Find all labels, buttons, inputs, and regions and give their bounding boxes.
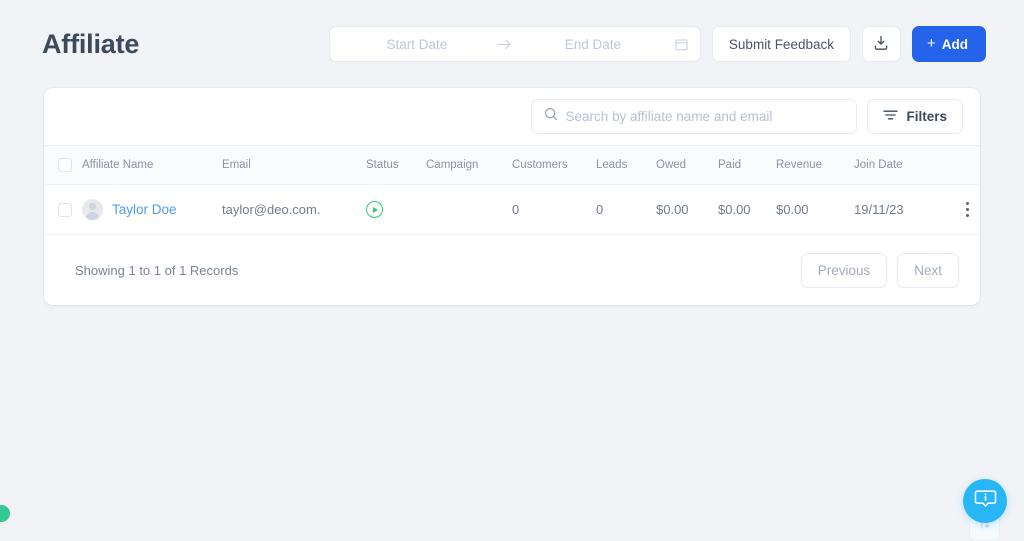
table-toolbar: Filters (44, 88, 980, 145)
status-indicator-dot[interactable] (0, 505, 10, 522)
calendar-icon (668, 38, 688, 51)
row-checkbox[interactable] (58, 203, 72, 218)
column-header-paid[interactable]: Paid (718, 145, 776, 185)
cell-paid: $0.00 (718, 184, 776, 235)
plus-icon: + (926, 35, 936, 52)
table-footer: Showing 1 to 1 of 1 Records Previous Nex… (44, 235, 980, 305)
column-header-join-date[interactable]: Join Date (854, 145, 944, 185)
add-button-label: Add (941, 36, 968, 52)
cell-status (366, 184, 426, 235)
column-header-leads[interactable]: Leads (596, 145, 656, 185)
search-input[interactable] (565, 109, 845, 124)
records-summary: Showing 1 to 1 of 1 Records (75, 262, 239, 278)
row-menu-icon[interactable] (944, 202, 980, 217)
start-date-field[interactable]: Start Date (342, 37, 492, 52)
column-header-owed[interactable]: Owed (656, 145, 718, 185)
end-date-field[interactable]: End Date (518, 37, 668, 52)
affiliate-table-card: Filters Affiliate Name Email Status Camp… (44, 88, 980, 305)
chat-support-button[interactable] (963, 479, 1007, 523)
table-header-row: Affiliate Name Email Status Campaign Cus… (44, 145, 980, 185)
page-header: Affiliate Start Date End Date Submit Fee… (0, 0, 1024, 88)
info-chat-bubble-icon (973, 486, 998, 516)
filters-label: Filters (906, 109, 947, 124)
affiliate-name-link[interactable]: Taylor Doe (112, 202, 177, 217)
pagination: Previous Next (800, 252, 959, 288)
page-title: Affiliate (42, 28, 140, 59)
submit-feedback-button[interactable]: Submit Feedback (711, 26, 851, 62)
cell-revenue: $0.00 (776, 184, 854, 235)
search-icon (544, 107, 558, 126)
table-row: Taylor Doe taylor@deo.com. 0 0 $0.00 $0.… (44, 184, 980, 235)
previous-page-button[interactable]: Previous (800, 252, 888, 288)
arrow-right-icon (492, 39, 518, 50)
filters-button[interactable]: Filters (867, 99, 963, 134)
cell-customers: 0 (512, 184, 596, 235)
search-box[interactable] (531, 99, 858, 134)
avatar (82, 199, 103, 220)
column-header-status[interactable]: Status (366, 145, 426, 185)
column-header-actions (944, 145, 980, 185)
next-page-button[interactable]: Next (897, 252, 959, 288)
cell-join-date: 19/11/23 (854, 184, 944, 235)
column-header-affiliate-name[interactable]: Affiliate Name (82, 145, 222, 185)
affiliate-table: Affiliate Name Email Status Campaign Cus… (44, 145, 980, 235)
cell-email: taylor@deo.com. (222, 184, 366, 235)
select-all-checkbox[interactable] (58, 158, 72, 172)
column-header-customers[interactable]: Customers (512, 145, 596, 185)
cell-actions (944, 184, 980, 235)
cell-leads: 0 (596, 184, 656, 235)
cell-owed: $0.00 (656, 184, 718, 235)
add-button[interactable]: + Add (911, 26, 986, 62)
select-all-header (44, 145, 82, 185)
column-header-campaign[interactable]: Campaign (426, 145, 512, 185)
column-header-revenue[interactable]: Revenue (776, 145, 854, 185)
cell-campaign (426, 184, 512, 235)
date-range-picker[interactable]: Start Date End Date (328, 26, 701, 62)
cell-affiliate-name: Taylor Doe (82, 184, 222, 235)
column-header-email[interactable]: Email (222, 145, 366, 185)
download-icon (873, 35, 889, 54)
header-toolbar: Start Date End Date Submit Feedback + Ad… (328, 26, 986, 62)
play-circle-icon[interactable] (366, 201, 383, 219)
filter-icon (883, 109, 899, 124)
row-select-cell (44, 184, 82, 235)
download-button[interactable] (861, 26, 901, 62)
